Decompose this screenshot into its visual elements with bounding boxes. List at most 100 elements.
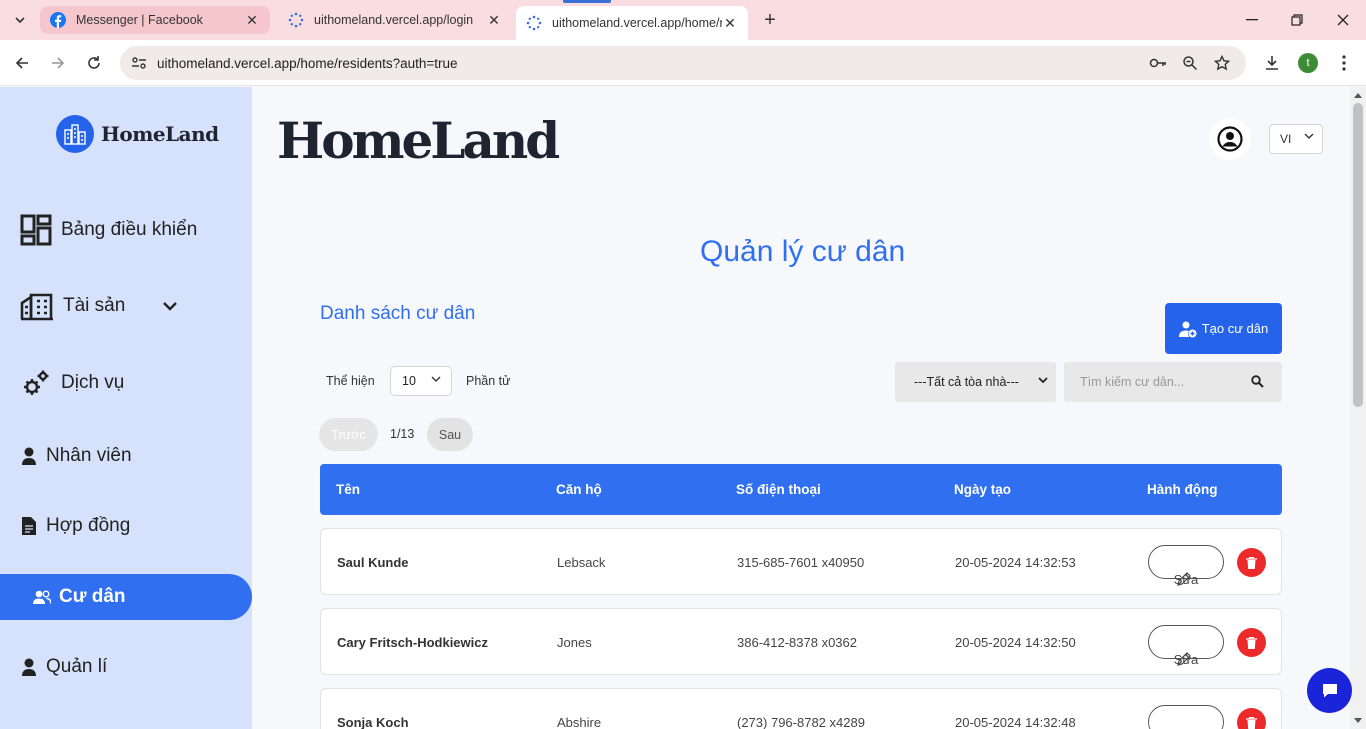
resident-created: 20-05-2024 14:32:53 [955,555,1076,570]
resident-name: Saul Kunde [337,555,409,570]
chevron-down-icon [1038,377,1048,384]
bookmark-star-icon[interactable] [1212,53,1232,73]
sidebar-item-services[interactable]: Dịch vụ [0,360,252,406]
chat-button[interactable] [1307,668,1352,713]
delete-button[interactable] [1237,548,1266,577]
table-row: Saul Kunde Lebsack 315-685-7601 x40950 2… [320,528,1282,595]
url-text: uithomeland.vercel.app/home/residents?au… [157,55,458,71]
more-menu-icon[interactable] [1332,51,1356,75]
edit-button[interactable]: Sửa [1148,705,1224,729]
resident-apartment: Jones [557,635,592,650]
minimize-icon[interactable] [1240,8,1264,32]
sidebar-item-residents[interactable]: Cư dân [0,574,252,620]
browser-toolbar: uithomeland.vercel.app/home/residents?au… [0,40,1366,86]
zoom-icon[interactable] [1180,53,1200,73]
sidebar-item-label: Nhân viên [46,445,132,466]
scrollbar-thumb[interactable] [1353,103,1363,407]
site-info-icon[interactable] [131,56,147,70]
resident-created: 20-05-2024 14:32:50 [955,635,1076,650]
sidebar-item-staff[interactable]: Nhân viên [0,433,252,479]
edit-label: Sửa [1173,652,1199,667]
main-content: HomeLand VI Quản lý cư dân Danh sách cư … [253,87,1350,729]
edit-button[interactable]: Sửa [1148,625,1224,667]
resident-name: Cary Fritsch-Hodkiewicz [337,635,488,650]
sidebar-item-dashboard[interactable]: Bảng điều khiển [0,207,252,253]
tab-title: Messenger | Facebook [76,13,203,27]
building-icon [20,291,54,321]
page-size-value: 10 [402,374,416,388]
address-bar[interactable]: uithomeland.vercel.app/home/residents?au… [120,46,1246,80]
dashboard-icon [20,214,52,246]
sidebar: HomeLand Bảng điều khiển Tài sản Dịch vụ… [0,87,252,729]
sidebar-item-contracts[interactable]: Hợp đồng [0,503,252,549]
column-header-name: Tên [336,482,361,497]
globe-icon [288,12,304,28]
user-account-icon[interactable] [1209,118,1251,160]
language-select[interactable]: VI [1269,124,1323,154]
gears-icon [22,369,50,397]
sidebar-item-managers[interactable]: Quản lí [0,644,252,690]
sidebar-item-label: Cư dân [59,586,126,607]
header-brand: HomeLand [277,111,560,170]
close-tab-icon[interactable]: ✕ [722,15,738,31]
tab-residents-active[interactable]: uithomeland.vercel.app/home/r ✕ [516,6,748,40]
table-row: Cary Fritsch-Hodkiewicz Jones 386-412-83… [320,608,1282,675]
sidebar-brand-name: HomeLand [101,122,219,146]
download-icon[interactable] [1260,51,1284,75]
profile-avatar[interactable]: t [1298,53,1318,73]
close-tab-icon[interactable]: ✕ [486,12,502,28]
column-header-apartment: Căn hộ [556,482,602,497]
prev-page-button[interactable]: Trước [319,418,378,451]
delete-button[interactable] [1237,708,1266,729]
tab-login[interactable]: uithomeland.vercel.app/login ✕ [278,6,512,34]
forward-icon[interactable] [46,51,70,75]
column-header-created: Ngày tạo [954,482,1012,497]
building-filter-select[interactable]: ---Tất cả tòa nhà--- [895,362,1056,402]
users-icon [33,590,51,604]
scroll-up-arrow[interactable] [1354,93,1362,98]
tab-search-button[interactable] [8,8,32,32]
close-tab-icon[interactable]: ✕ [244,12,260,28]
scroll-down-arrow[interactable] [1354,718,1362,723]
close-window-icon[interactable] [1331,8,1355,32]
sidebar-item-label: Bảng điều khiển [61,219,198,240]
chevron-down-icon[interactable] [163,301,178,311]
column-header-actions: Hành động [1147,482,1218,497]
sidebar-item-label: Hợp đồng [46,515,131,536]
sidebar-brand[interactable]: HomeLand [56,115,219,153]
items-label: Phần tử [466,374,511,388]
person-icon [22,658,36,676]
delete-button[interactable] [1237,628,1266,657]
resident-name: Sonja Koch [337,715,409,729]
edit-button[interactable]: Sửa [1148,545,1224,587]
show-label: Thể hiện [326,374,375,388]
search-icon[interactable] [1251,375,1264,388]
tab-title: uithomeland.vercel.app/login [314,13,474,27]
password-key-icon[interactable] [1148,53,1168,73]
resident-apartment: Abshire [557,715,602,729]
resident-phone: 386-412-8378 x0362 [737,635,857,650]
search-box [1064,362,1282,402]
reload-icon[interactable] [82,51,106,75]
contract-icon [22,517,36,535]
facebook-icon [50,12,66,28]
back-icon[interactable] [10,51,34,75]
chevron-down-icon [15,17,25,23]
tab-messenger[interactable]: Messenger | Facebook ✕ [40,6,270,34]
add-user-icon [1178,320,1197,338]
restore-icon[interactable] [1285,8,1309,32]
trash-icon [1246,556,1257,569]
sidebar-item-label: Tài sản [63,295,126,316]
page-size-select[interactable]: 10 [390,366,452,396]
new-tab-button[interactable]: + [758,8,782,32]
search-input[interactable] [1080,375,1240,389]
tab-accent [563,0,611,3]
sidebar-item-assets[interactable]: Tài sản [0,283,252,329]
trash-icon [1246,716,1257,729]
page-scrollbar[interactable] [1350,87,1366,729]
sidebar-item-label: Quản lí [46,656,108,677]
homeland-logo-icon [56,115,94,153]
next-page-button[interactable]: Sau [427,418,473,451]
create-resident-button[interactable]: Tạo cư dân [1165,303,1282,354]
trash-icon [1246,636,1257,649]
